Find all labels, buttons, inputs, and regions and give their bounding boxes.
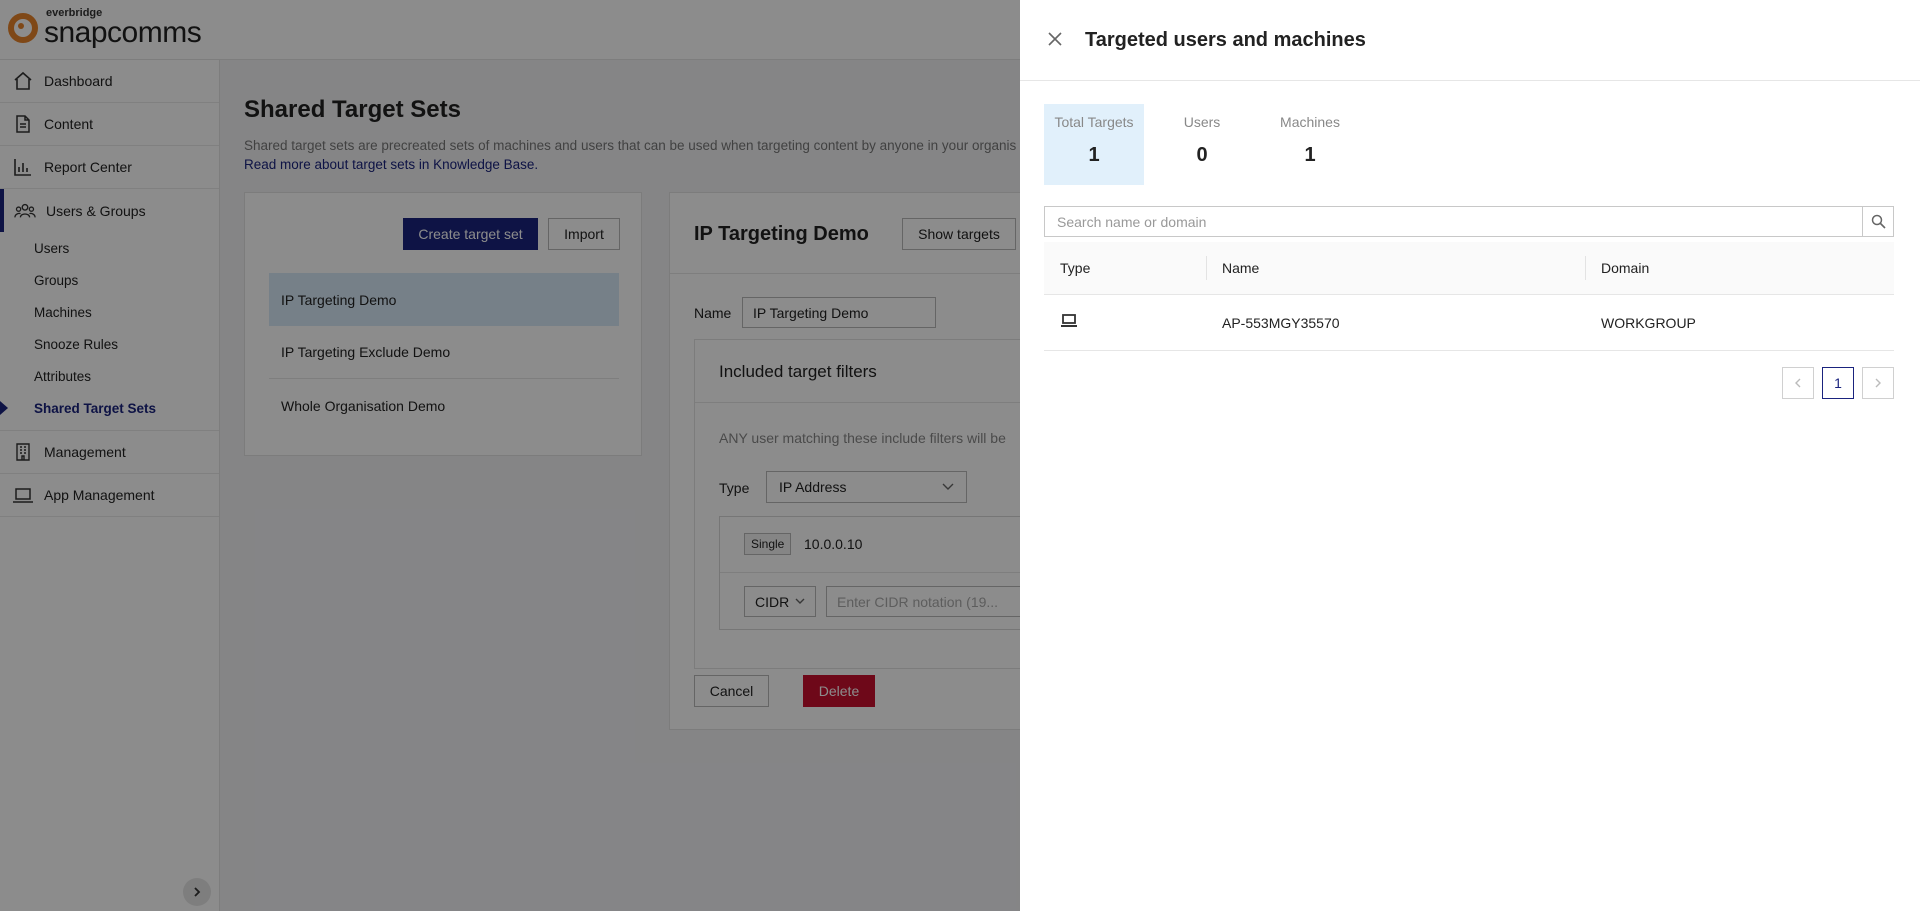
targets-drawer: Targeted users and machines Total Target…	[1020, 0, 1920, 911]
column-divider	[1206, 256, 1207, 280]
drawer-header: Targeted users and machines	[1020, 0, 1920, 81]
stat-users[interactable]: Users 0	[1152, 104, 1252, 185]
modal-overlay[interactable]	[0, 0, 1020, 911]
stat-value: 1	[1304, 144, 1316, 166]
stat-machines[interactable]: Machines 1	[1260, 104, 1360, 185]
table-header: Type Name Domain	[1044, 242, 1894, 295]
drawer-title: Targeted users and machines	[1085, 29, 1366, 51]
stat-label: Machines	[1280, 114, 1340, 130]
column-header-name[interactable]: Name	[1222, 260, 1259, 276]
column-header-type[interactable]: Type	[1060, 260, 1090, 276]
stat-value: 0	[1196, 144, 1208, 166]
chevron-left-icon	[1795, 378, 1801, 388]
search-icon	[1871, 214, 1886, 229]
search-box	[1044, 206, 1894, 237]
row-name: AP-553MGY35570	[1222, 315, 1340, 331]
pagination-next-button[interactable]	[1862, 367, 1894, 399]
pagination-page-button[interactable]: 1	[1822, 367, 1854, 399]
stat-label: Total Targets	[1054, 114, 1134, 130]
table-row[interactable]: AP-553MGY35570 WORKGROUP	[1044, 296, 1894, 351]
row-domain: WORKGROUP	[1601, 315, 1696, 331]
stat-value: 1	[1088, 144, 1100, 166]
pagination-prev-button[interactable]	[1782, 367, 1814, 399]
chevron-right-icon	[1875, 378, 1881, 388]
stat-total-targets[interactable]: Total Targets 1	[1044, 104, 1144, 185]
stat-label: Users	[1183, 114, 1221, 130]
search-input[interactable]	[1045, 207, 1863, 236]
search-button[interactable]	[1862, 207, 1893, 236]
close-icon[interactable]	[1046, 30, 1064, 48]
computer-icon	[1060, 313, 1078, 332]
column-header-domain[interactable]: Domain	[1601, 260, 1649, 276]
column-divider	[1585, 256, 1586, 280]
